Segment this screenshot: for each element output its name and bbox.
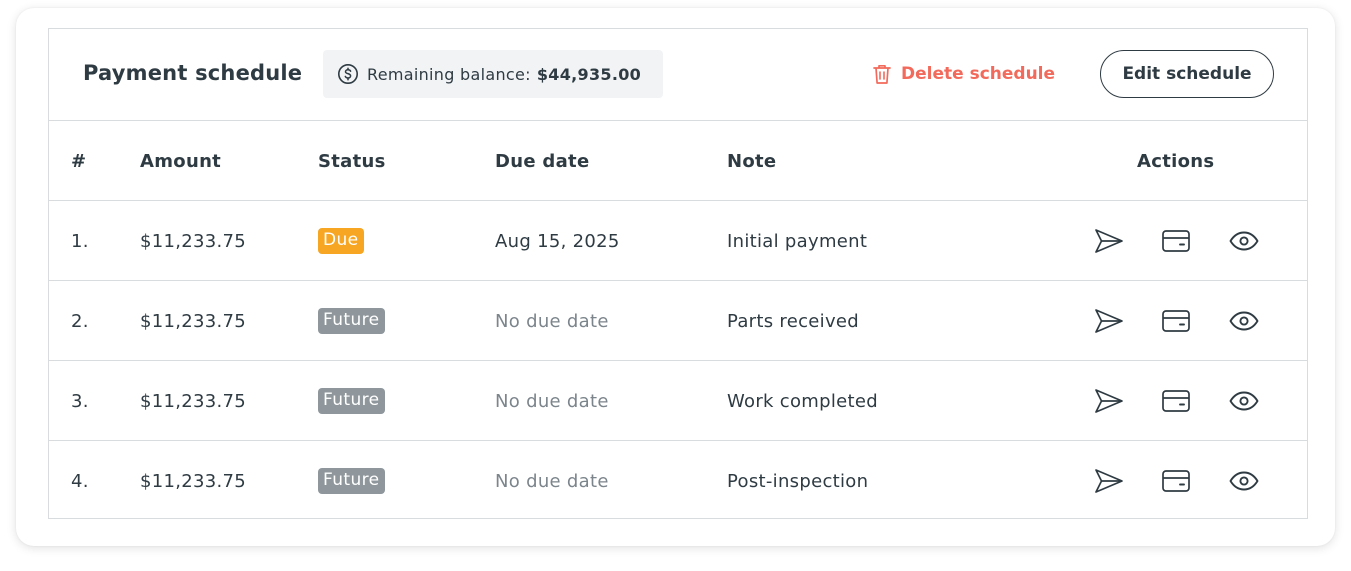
trash-icon (871, 62, 901, 86)
dollar-circle-icon (337, 63, 359, 85)
balance-amount: $44,935.00 (536, 64, 642, 84)
eye-icon[interactable] (1227, 465, 1261, 497)
delete-schedule-label: Delete schedule (901, 64, 1056, 84)
send-icon[interactable] (1092, 465, 1126, 497)
credit-card-icon[interactable] (1159, 305, 1193, 337)
eye-icon[interactable] (1227, 385, 1261, 417)
row-status: Future (318, 441, 385, 521)
row-amount: $11,233.75 (140, 310, 247, 332)
send-icon[interactable] (1092, 305, 1126, 337)
column-header-amount: Amount (140, 150, 222, 172)
row-amount: $11,233.75 (140, 470, 247, 492)
row-number: 2. (71, 310, 89, 332)
table-row: 3. $11,233.75 Future No due date Work co… (49, 361, 1307, 441)
table-row: 4. $11,233.75 Future No due date Post-in… (49, 441, 1307, 521)
table-row: 1. $11,233.75 Due Aug 15, 2025 Initial p… (49, 201, 1307, 281)
column-header-due-date: Due date (495, 150, 590, 172)
row-amount: $11,233.75 (140, 390, 247, 412)
column-header-note: Note (727, 150, 777, 172)
row-note: Post-inspection (727, 470, 869, 492)
credit-card-icon[interactable] (1159, 465, 1193, 497)
column-header-status: Status (318, 150, 386, 172)
row-amount: $11,233.75 (140, 230, 247, 252)
row-number: 1. (71, 230, 89, 252)
delete-schedule-button[interactable]: Delete schedule (871, 62, 1055, 86)
row-status: Future (318, 281, 385, 361)
row-note: Work completed (727, 390, 879, 412)
edit-schedule-button[interactable]: Edit schedule (1100, 50, 1274, 98)
table-header-row: # Amount Status Due date Note Actions (49, 121, 1307, 201)
balance-label: Remaining balance: (367, 64, 531, 84)
row-status: Due (318, 201, 364, 281)
credit-card-icon[interactable] (1159, 225, 1193, 257)
table-row: 2. $11,233.75 Future No due date Parts r… (49, 281, 1307, 361)
payment-schedule-panel: Payment schedule Remaining balance: $44,… (48, 28, 1308, 519)
row-due-date: No due date (495, 470, 609, 492)
credit-card-icon[interactable] (1159, 385, 1193, 417)
eye-icon[interactable] (1227, 305, 1261, 337)
send-icon[interactable] (1092, 385, 1126, 417)
send-icon[interactable] (1092, 225, 1126, 257)
row-note: Initial payment (727, 230, 868, 252)
status-badge: Due (318, 228, 364, 254)
schedule-header: Payment schedule Remaining balance: $44,… (49, 29, 1307, 121)
status-badge: Future (318, 468, 385, 494)
row-note: Parts received (727, 310, 860, 332)
row-number: 4. (71, 470, 89, 492)
eye-icon[interactable] (1227, 225, 1261, 257)
row-due-date: Aug 15, 2025 (495, 230, 620, 252)
status-badge: Future (318, 308, 385, 334)
page-title: Payment schedule (83, 61, 303, 85)
row-status: Future (318, 361, 385, 441)
column-header-number: # (71, 150, 87, 172)
remaining-balance-chip: Remaining balance: $44,935.00 (323, 50, 663, 98)
row-number: 3. (71, 390, 89, 412)
status-badge: Future (318, 388, 385, 414)
row-due-date: No due date (495, 390, 609, 412)
column-header-actions: Actions (1137, 150, 1215, 172)
row-due-date: No due date (495, 310, 609, 332)
